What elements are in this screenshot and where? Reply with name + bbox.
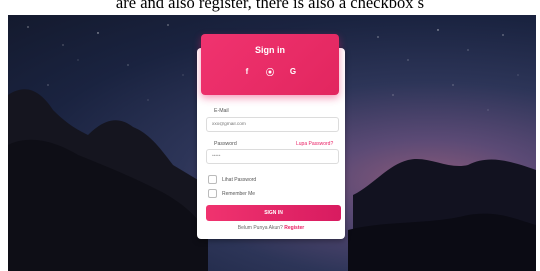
- social-buttons: f ⦿ G: [201, 67, 339, 78]
- facebook-icon[interactable]: f: [242, 67, 252, 78]
- remember-me-row[interactable]: Remember Me: [208, 189, 255, 198]
- remember-me-checkbox[interactable]: [208, 189, 217, 198]
- register-prompt-text: Belum Punya Akun?: [237, 225, 283, 231]
- register-prompt: Belum Punya Akun? Register: [197, 225, 345, 231]
- email-field[interactable]: [206, 117, 339, 132]
- remember-me-label: Remember Me: [222, 190, 256, 197]
- email-label: E-Mail: [214, 108, 229, 114]
- forgot-password-link[interactable]: Lupa Password?: [296, 141, 333, 147]
- github-icon[interactable]: ⦿: [265, 67, 275, 78]
- show-password-row[interactable]: Lihat Password: [208, 175, 256, 184]
- password-label: Password: [214, 141, 237, 147]
- show-password-label: Lihat Password: [222, 176, 257, 183]
- signin-button[interactable]: SIGN IN: [206, 205, 341, 221]
- google-icon[interactable]: G: [288, 67, 298, 78]
- password-field[interactable]: •••••: [206, 149, 339, 164]
- show-password-checkbox[interactable]: [208, 175, 217, 184]
- signin-header: Sign in f ⦿ G: [201, 34, 339, 95]
- signin-title: Sign in: [255, 45, 285, 55]
- caption-text: are and also register, there is also a c…: [115, 0, 425, 12]
- register-link[interactable]: Register: [284, 225, 304, 231]
